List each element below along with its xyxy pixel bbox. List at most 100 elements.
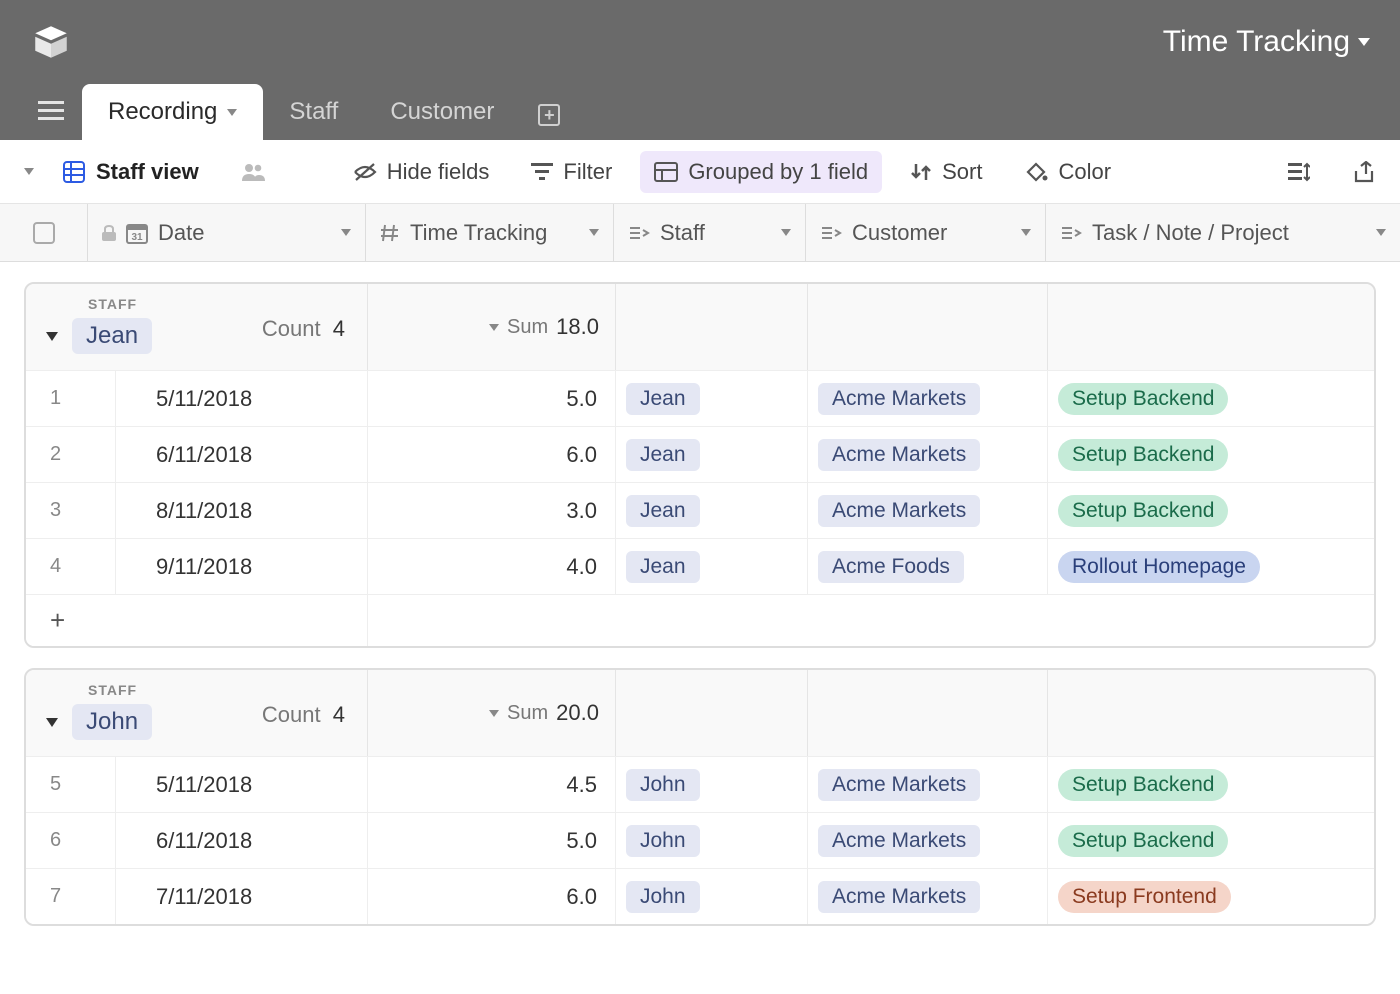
- view-switcher[interactable]: Staff view: [48, 151, 213, 193]
- cell-time[interactable]: 6.0: [368, 427, 616, 482]
- filter-button[interactable]: Filter: [517, 151, 626, 193]
- column-customer[interactable]: Customer: [806, 204, 1046, 261]
- color-button[interactable]: Color: [1010, 151, 1125, 193]
- cell-customer[interactable]: Acme Markets: [808, 813, 1048, 868]
- column-time[interactable]: Time Tracking: [366, 204, 614, 261]
- table-row[interactable]: 4 9/11/2018 4.0 Jean Acme Foods Rollout …: [26, 538, 1374, 594]
- cell-staff[interactable]: John: [616, 813, 808, 868]
- share-button[interactable]: [227, 153, 281, 191]
- tab-staff[interactable]: Staff: [263, 84, 364, 140]
- column-date[interactable]: 31 Date: [88, 204, 366, 261]
- cell-time[interactable]: 4.5: [368, 757, 616, 812]
- cell-customer[interactable]: Acme Markets: [808, 371, 1048, 426]
- view-name: Staff view: [96, 159, 199, 185]
- group: STAFF John Count 4 Sum 20.0 5 5/11/2018 …: [24, 668, 1376, 926]
- table-row[interactable]: 6 6/11/2018 5.0 John Acme Markets Setup …: [26, 812, 1374, 868]
- cell-staff[interactable]: Jean: [616, 539, 808, 594]
- cell-staff[interactable]: John: [616, 757, 808, 812]
- column-dropdown-icon: [1021, 229, 1031, 236]
- cell-time[interactable]: 5.0: [368, 371, 616, 426]
- task-pill: Rollout Homepage: [1058, 551, 1260, 583]
- group-name-badge: John: [72, 704, 152, 740]
- cell-time[interactable]: 3.0: [368, 483, 616, 538]
- cell-task[interactable]: Setup Backend: [1048, 371, 1374, 426]
- column-staff[interactable]: Staff: [614, 204, 806, 261]
- lock-icon: [102, 225, 116, 241]
- cell-date[interactable]: 8/11/2018: [116, 483, 368, 538]
- eye-slash-icon: [353, 162, 377, 182]
- view-toolbar: Staff view Hide fields Filter Grouped by…: [0, 140, 1400, 204]
- menu-icon[interactable]: [20, 101, 82, 135]
- cell-customer[interactable]: Acme Markets: [808, 757, 1048, 812]
- group-button[interactable]: Grouped by 1 field: [640, 151, 882, 193]
- cell-date[interactable]: 5/11/2018: [116, 757, 368, 812]
- hide-fields-label: Hide fields: [387, 159, 490, 185]
- cell-customer[interactable]: Acme Markets: [808, 427, 1048, 482]
- row-number: 7: [26, 869, 116, 924]
- column-task[interactable]: Task / Note / Project: [1046, 204, 1400, 261]
- collapse-group-icon[interactable]: [46, 718, 58, 727]
- group-sum[interactable]: Sum 20.0: [368, 670, 616, 756]
- tab-recording[interactable]: Recording: [82, 84, 263, 140]
- table-row[interactable]: 3 8/11/2018 3.0 Jean Acme Markets Setup …: [26, 482, 1374, 538]
- cell-staff[interactable]: Jean: [616, 483, 808, 538]
- tab-customer[interactable]: Customer: [364, 84, 520, 140]
- cell-customer[interactable]: Acme Foods: [808, 539, 1048, 594]
- link-icon: [628, 225, 650, 241]
- app-title-dropdown[interactable]: Time Tracking: [1163, 25, 1370, 59]
- table-row[interactable]: 7 7/11/2018 6.0 John Acme Markets Setup …: [26, 868, 1374, 924]
- cell-task[interactable]: Setup Backend: [1048, 757, 1374, 812]
- cell-task[interactable]: Setup Backend: [1048, 813, 1374, 868]
- task-pill: Setup Backend: [1058, 769, 1228, 801]
- tabs-row: RecordingStaffCustomer +: [0, 84, 1400, 140]
- cell-customer[interactable]: Acme Markets: [808, 869, 1048, 924]
- cell-date[interactable]: 6/11/2018: [116, 427, 368, 482]
- staff-pill: John: [626, 825, 700, 857]
- cell-time[interactable]: 6.0: [368, 869, 616, 924]
- cell-customer[interactable]: Acme Markets: [808, 483, 1048, 538]
- link-icon: [1060, 225, 1082, 241]
- share-arrow-icon: [1352, 161, 1376, 183]
- customer-pill: Acme Markets: [818, 769, 980, 801]
- caret-down-icon: [227, 109, 237, 116]
- sort-button[interactable]: Sort: [896, 151, 996, 193]
- add-tab-button[interactable]: +: [520, 94, 578, 136]
- task-pill: Setup Backend: [1058, 439, 1228, 471]
- group-label: Grouped by 1 field: [688, 159, 868, 185]
- collapse-group-icon[interactable]: [46, 332, 58, 341]
- cell-date[interactable]: 5/11/2018: [116, 371, 368, 426]
- cell-task[interactable]: Rollout Homepage: [1048, 539, 1374, 594]
- row-number: 2: [26, 427, 116, 482]
- group-sum[interactable]: Sum 18.0: [368, 284, 616, 370]
- cell-task[interactable]: Setup Backend: [1048, 427, 1374, 482]
- hide-fields-button[interactable]: Hide fields: [339, 151, 504, 193]
- row-number: 3: [26, 483, 116, 538]
- group-count[interactable]: Count 4: [262, 316, 345, 342]
- cell-staff[interactable]: John: [616, 869, 808, 924]
- row-height-button[interactable]: [1274, 153, 1324, 191]
- cell-time[interactable]: 5.0: [368, 813, 616, 868]
- table-row[interactable]: 2 6/11/2018 6.0 Jean Acme Markets Setup …: [26, 426, 1374, 482]
- group-count[interactable]: Count 4: [262, 702, 345, 728]
- customer-pill: Acme Foods: [818, 551, 964, 583]
- column-time-label: Time Tracking: [410, 220, 547, 246]
- row-number: 1: [26, 371, 116, 426]
- logo-icon: [30, 21, 72, 63]
- cell-time[interactable]: 4.0: [368, 539, 616, 594]
- cell-staff[interactable]: Jean: [616, 371, 808, 426]
- cell-staff[interactable]: Jean: [616, 427, 808, 482]
- plus-icon: +: [538, 104, 560, 126]
- select-all-cell[interactable]: [0, 204, 88, 261]
- customer-pill: Acme Markets: [818, 439, 980, 471]
- cell-task[interactable]: Setup Frontend: [1048, 869, 1374, 924]
- customer-pill: Acme Markets: [818, 383, 980, 415]
- table-row[interactable]: 5 5/11/2018 4.5 John Acme Markets Setup …: [26, 756, 1374, 812]
- views-dropdown-caret[interactable]: [24, 168, 34, 175]
- add-row[interactable]: +: [26, 594, 1374, 646]
- cell-task[interactable]: Setup Backend: [1048, 483, 1374, 538]
- share-view-button[interactable]: [1338, 153, 1376, 191]
- table-row[interactable]: 1 5/11/2018 5.0 Jean Acme Markets Setup …: [26, 370, 1374, 426]
- cell-date[interactable]: 7/11/2018: [116, 869, 368, 924]
- cell-date[interactable]: 6/11/2018: [116, 813, 368, 868]
- cell-date[interactable]: 9/11/2018: [116, 539, 368, 594]
